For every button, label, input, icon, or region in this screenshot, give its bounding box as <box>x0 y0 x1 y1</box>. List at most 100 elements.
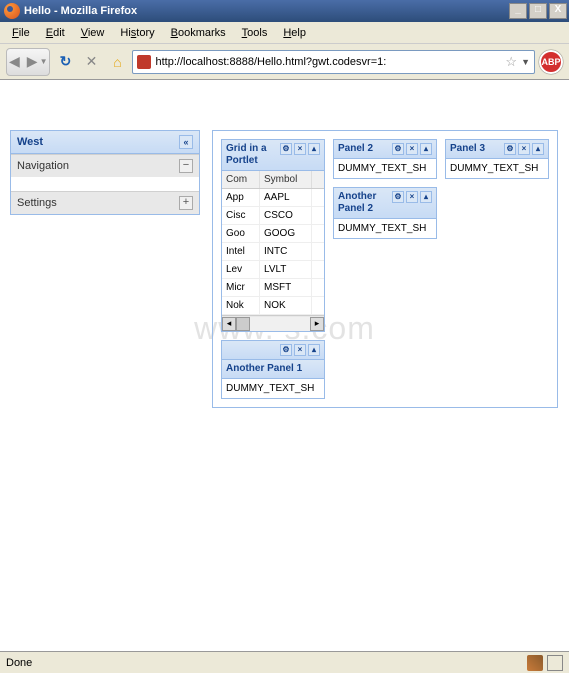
table-row[interactable]: IntelINTC <box>222 243 324 261</box>
west-panel-header: West « <box>11 131 199 154</box>
collapse-icon[interactable]: ▴ <box>420 191 432 203</box>
url-dropdown-icon[interactable]: ▼ <box>521 57 530 67</box>
status-text: Done <box>6 657 32 669</box>
grid-header-symbol[interactable]: Symbol <box>260 171 312 188</box>
expand-settings-icon[interactable]: + <box>179 196 193 210</box>
gear-icon[interactable]: ⚙ <box>504 143 516 155</box>
url-bar[interactable]: ☆ ▼ <box>132 50 535 74</box>
portlet-another-1-title-row: Another Panel 1 <box>222 360 324 379</box>
scroll-right-icon[interactable]: ▸ <box>310 317 324 331</box>
portlet-panel-2: Panel 2 ⚙ × ▴ DUMMY_TEXT_SH <box>333 139 437 179</box>
table-row[interactable]: GooGOOG <box>222 225 324 243</box>
back-button[interactable]: ◀ <box>9 53 20 70</box>
collapse-icon[interactable]: ▴ <box>420 143 432 155</box>
bookmark-star-icon[interactable]: ☆ <box>505 54 517 70</box>
accordion-navigation-body <box>11 177 199 191</box>
grid-header-row: Com Symbol <box>222 171 324 189</box>
menu-tools[interactable]: Tools <box>236 25 274 41</box>
firefox-icon <box>4 3 20 19</box>
gear-icon[interactable]: ⚙ <box>280 143 292 155</box>
accordion-navigation-label: Navigation <box>17 160 69 172</box>
portal-column-3: Panel 3 ⚙ × ▴ DUMMY_TEXT_SH <box>445 139 549 179</box>
history-dropdown-icon[interactable]: ▼ <box>40 57 48 66</box>
close-icon[interactable]: × <box>518 143 530 155</box>
west-panel: West « Navigation − Settings + <box>10 130 200 215</box>
page-content: www. s.com West « Navigation − Settings … <box>0 80 569 649</box>
grid-header-company[interactable]: Com <box>222 171 260 188</box>
maximize-button[interactable]: □ <box>529 3 547 19</box>
forward-button[interactable]: ▶ <box>27 53 38 70</box>
url-input[interactable] <box>155 56 501 68</box>
portlet-grid-header[interactable]: Grid in a Portlet ⚙ × ▴ <box>222 140 324 171</box>
portlet-panel-3-header[interactable]: Panel 3 ⚙ × ▴ <box>446 140 548 159</box>
table-row[interactable]: NokNOK <box>222 297 324 315</box>
portlet-panel-2-body: DUMMY_TEXT_SH <box>334 159 436 178</box>
portlet-another-1-title: Another Panel 1 <box>226 363 320 375</box>
collapse-west-icon[interactable]: « <box>179 135 193 149</box>
close-button[interactable]: X <box>549 3 567 19</box>
minimize-button[interactable]: _ <box>509 3 527 19</box>
window-title: Hello - Mozilla Firefox <box>24 5 137 17</box>
portlet-another-2-title: Another Panel 2 <box>338 191 389 215</box>
portlet-another-2-header[interactable]: Another Panel 2 ⚙ × ▴ <box>334 188 436 219</box>
menu-bookmarks[interactable]: Bookmarks <box>165 25 232 41</box>
portlet-grid: Grid in a Portlet ⚙ × ▴ Com Symbol AppAA… <box>221 139 325 332</box>
collapse-icon[interactable]: ▴ <box>308 143 320 155</box>
portlet-another-1-header[interactable]: ⚙ × ▴ <box>222 341 324 360</box>
table-row[interactable]: MicrMSFT <box>222 279 324 297</box>
close-icon[interactable]: × <box>294 143 306 155</box>
collapse-icon[interactable]: ▴ <box>532 143 544 155</box>
reload-button[interactable]: ↻ <box>54 51 76 73</box>
portlet-another-1: ⚙ × ▴ Another Panel 1 DUMMY_TEXT_SH <box>221 340 325 399</box>
window-titlebar: Hello - Mozilla Firefox _ □ X <box>0 0 569 22</box>
portlet-panel-3-body: DUMMY_TEXT_SH <box>446 159 548 178</box>
grid-rows: AppAAPL CiscCSCO GooGOOG IntelINTC LevLV… <box>222 189 324 315</box>
portlet-panel-2-title: Panel 2 <box>338 143 389 155</box>
resize-grip-icon <box>547 655 563 671</box>
collapse-icon[interactable]: ▴ <box>308 344 320 356</box>
close-icon[interactable]: × <box>406 191 418 203</box>
scroll-left-icon[interactable]: ◂ <box>222 317 236 331</box>
navigation-toolbar: ◀ ▶ ▼ ↻ ✕ ⌂ ☆ ▼ ABP <box>0 44 569 80</box>
firebug-icon[interactable] <box>527 655 543 671</box>
menu-edit[interactable]: Edit <box>40 25 71 41</box>
collapse-navigation-icon[interactable]: − <box>179 159 193 173</box>
gear-icon[interactable]: ⚙ <box>392 191 404 203</box>
home-button[interactable]: ⌂ <box>106 51 128 73</box>
portlet-panel-3: Panel 3 ⚙ × ▴ DUMMY_TEXT_SH <box>445 139 549 179</box>
portlet-another-2: Another Panel 2 ⚙ × ▴ DUMMY_TEXT_SH <box>333 187 437 239</box>
menu-view[interactable]: View <box>75 25 111 41</box>
menu-file[interactable]: File <box>6 25 36 41</box>
table-row[interactable]: LevLVLT <box>222 261 324 279</box>
statusbar: Done <box>0 651 569 673</box>
table-row[interactable]: AppAAPL <box>222 189 324 207</box>
menu-help[interactable]: Help <box>277 25 312 41</box>
portal-column-2: Panel 2 ⚙ × ▴ DUMMY_TEXT_SH Another Pane… <box>333 139 437 239</box>
adblock-icon[interactable]: ABP <box>539 50 563 74</box>
accordion-settings-header[interactable]: Settings + <box>11 192 199 214</box>
portlet-grid-body: Com Symbol AppAAPL CiscCSCO GooGOOG Inte… <box>222 171 324 331</box>
accordion-settings-label: Settings <box>17 197 57 209</box>
portal-container: Grid in a Portlet ⚙ × ▴ Com Symbol AppAA… <box>212 130 558 408</box>
portlet-another-2-body: DUMMY_TEXT_SH <box>334 219 436 238</box>
scroll-track[interactable] <box>236 317 310 331</box>
close-icon[interactable]: × <box>294 344 306 356</box>
page-favicon <box>137 55 151 69</box>
grid-horizontal-scrollbar[interactable]: ◂ ▸ <box>222 315 324 331</box>
accordion-settings: Settings + <box>11 191 199 214</box>
portal-column-1: Grid in a Portlet ⚙ × ▴ Com Symbol AppAA… <box>221 139 325 399</box>
accordion-navigation-header[interactable]: Navigation − <box>11 155 199 177</box>
west-panel-title: West <box>17 136 43 148</box>
table-row[interactable]: CiscCSCO <box>222 207 324 225</box>
menu-history[interactable]: History <box>114 25 160 41</box>
portlet-panel-2-header[interactable]: Panel 2 ⚙ × ▴ <box>334 140 436 159</box>
accordion-navigation: Navigation − <box>11 154 199 191</box>
stop-button[interactable]: ✕ <box>80 51 102 73</box>
menubar: File Edit View History Bookmarks Tools H… <box>0 22 569 44</box>
gear-icon[interactable]: ⚙ <box>392 143 404 155</box>
scroll-thumb[interactable] <box>236 317 250 331</box>
close-icon[interactable]: × <box>406 143 418 155</box>
portlet-grid-title: Grid in a Portlet <box>226 143 277 167</box>
portlet-another-1-body: DUMMY_TEXT_SH <box>222 379 324 398</box>
gear-icon[interactable]: ⚙ <box>280 344 292 356</box>
